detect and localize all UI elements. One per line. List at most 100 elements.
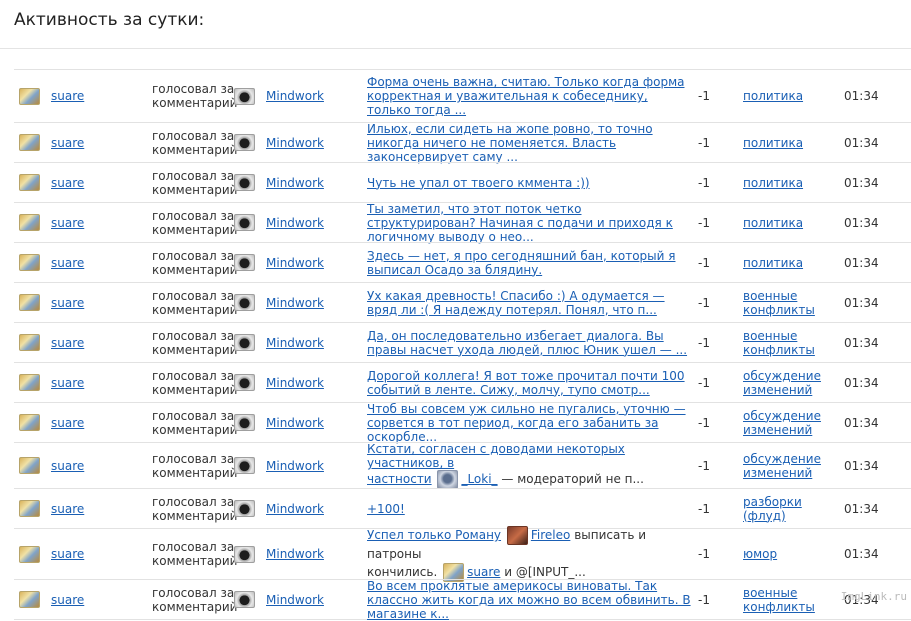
author-avatar-icon[interactable]: [234, 591, 255, 608]
topic-link[interactable]: обсуждение изменений: [743, 452, 833, 480]
voter-link[interactable]: suare: [51, 593, 84, 607]
voter-link[interactable]: suare: [51, 256, 84, 270]
author-link[interactable]: Mindwork: [266, 216, 324, 230]
watermark: ImgLink.ru: [840, 590, 907, 603]
author-avatar-icon[interactable]: [234, 545, 255, 563]
comment-tail: и @[INPUT_...: [504, 565, 586, 579]
topic-link[interactable]: политика: [743, 136, 803, 150]
voter-link[interactable]: suare: [51, 336, 84, 350]
voter-link[interactable]: suare: [51, 176, 84, 190]
topic-link[interactable]: политика: [743, 89, 803, 103]
author-avatar-icon[interactable]: [234, 294, 255, 311]
action-text: голосовал за комментарий: [152, 128, 238, 157]
author-link[interactable]: Mindwork: [266, 547, 324, 561]
author-link[interactable]: Mindwork: [266, 459, 324, 473]
author-link[interactable]: Mindwork: [266, 502, 324, 516]
author-avatar-icon[interactable]: [234, 134, 255, 151]
user-avatar-icon[interactable]: [19, 294, 40, 311]
topic-link[interactable]: политика: [743, 256, 803, 270]
author-link[interactable]: Mindwork: [266, 376, 324, 390]
mention-link[interactable]: Fireleo: [531, 528, 570, 542]
mention-link[interactable]: suare: [467, 565, 500, 579]
topic-link[interactable]: политика: [743, 176, 803, 190]
author-link[interactable]: Mindwork: [266, 176, 324, 190]
user-avatar-icon[interactable]: [19, 414, 40, 431]
author-avatar-icon[interactable]: [234, 87, 255, 105]
voter-link[interactable]: suare: [51, 216, 84, 230]
voter-link[interactable]: suare: [51, 547, 84, 561]
comment-link-continued[interactable]: частности: [367, 472, 432, 486]
user-avatar-icon[interactable]: [19, 254, 40, 271]
comment-link[interactable]: Ух какая древность! Спасибо :) А одумает…: [367, 289, 692, 317]
author-link[interactable]: Mindwork: [266, 336, 324, 350]
user-avatar-icon[interactable]: [19, 457, 40, 474]
vote-score: -1: [698, 592, 710, 607]
topic-link[interactable]: обсуждение изменений: [743, 369, 833, 397]
voter-link[interactable]: suare: [51, 89, 84, 103]
user-avatar-icon[interactable]: [19, 334, 40, 351]
topic-link[interactable]: военные конфликты: [743, 289, 833, 317]
author-avatar-icon[interactable]: [234, 214, 255, 231]
comment-link[interactable]: Здесь — нет, я про сегодняшний бан, кото…: [367, 249, 692, 277]
mention-link[interactable]: _Loki_: [461, 472, 497, 486]
author-link[interactable]: Mindwork: [266, 593, 324, 607]
topic-link[interactable]: юмор: [743, 547, 777, 561]
action-text: голосовал за комментарий: [152, 585, 238, 614]
vote-score: -1: [698, 335, 710, 350]
author-avatar-icon[interactable]: [234, 500, 255, 517]
voter-link[interactable]: suare: [51, 502, 84, 516]
action-text: голосовал за комментарий: [152, 248, 238, 277]
comment-link[interactable]: Дорогой коллега! Я вот тоже прочитал поч…: [367, 369, 692, 397]
comment-link[interactable]: Чтоб вы совсем уж сильно не пугались, ут…: [367, 402, 692, 444]
activity-row: suare голосовал за комментарий Mindwork …: [14, 69, 911, 122]
author-avatar-icon[interactable]: [234, 457, 255, 474]
user-avatar-icon[interactable]: [19, 591, 40, 608]
author-link[interactable]: Mindwork: [266, 416, 324, 430]
comment-link[interactable]: +100!: [367, 502, 405, 516]
user-avatar-icon[interactable]: [19, 87, 40, 105]
user-avatar-icon[interactable]: [19, 134, 40, 151]
topic-link[interactable]: военные конфликты: [743, 329, 833, 357]
comment-link[interactable]: Чуть не упал от твоего кммента :)): [367, 176, 590, 190]
comment-link[interactable]: Во всем проклятые америкосы виноваты. Та…: [367, 579, 692, 621]
author-avatar-icon[interactable]: [234, 374, 255, 391]
user-avatar-icon[interactable]: [19, 545, 40, 563]
voter-link[interactable]: suare: [51, 296, 84, 310]
voter-link[interactable]: suare: [51, 459, 84, 473]
comment-link[interactable]: Ты заметил, что этот поток четко структу…: [367, 202, 692, 244]
header-divider: [0, 48, 911, 49]
vote-score: -1: [698, 458, 710, 473]
mention-avatar-icon[interactable]: [506, 526, 528, 545]
mention-avatar-icon[interactable]: [437, 470, 459, 489]
user-avatar-icon[interactable]: [19, 500, 40, 517]
topic-link[interactable]: политика: [743, 216, 803, 230]
author-link[interactable]: Mindwork: [266, 136, 324, 150]
vote-score: -1: [698, 547, 710, 561]
author-link[interactable]: Mindwork: [266, 256, 324, 270]
activity-row: suare голосовал за комментарий Mindwork …: [14, 282, 911, 322]
topic-link[interactable]: разборки (флуд): [743, 495, 833, 523]
topic-link[interactable]: военные конфликты: [743, 586, 833, 614]
action-text: голосовал за комментарий: [152, 451, 238, 480]
activity-row: suare голосовал за комментарий Mindwork …: [14, 322, 911, 362]
comment-link[interactable]: Форма очень важна, считаю. Только когда …: [367, 75, 692, 117]
author-avatar-icon[interactable]: [234, 414, 255, 431]
comment-link[interactable]: Ильюх, если сидеть на жопе ровно, то точ…: [367, 122, 692, 164]
author-avatar-icon[interactable]: [234, 334, 255, 351]
user-avatar-icon[interactable]: [19, 214, 40, 231]
author-avatar-icon[interactable]: [234, 174, 255, 191]
author-link[interactable]: Mindwork: [266, 296, 324, 310]
comment-link[interactable]: Успел только Роману: [367, 528, 501, 542]
vote-score: -1: [698, 215, 710, 230]
comment-link[interactable]: Да, он последовательно избегает диалога.…: [367, 329, 692, 357]
user-avatar-icon[interactable]: [19, 174, 40, 191]
voter-link[interactable]: suare: [51, 136, 84, 150]
comment-link[interactable]: Кстати, согласен с доводами некоторых уч…: [367, 442, 625, 470]
voter-link[interactable]: suare: [51, 376, 84, 390]
voter-link[interactable]: suare: [51, 416, 84, 430]
action-text: голосовал за комментарий: [152, 540, 238, 568]
author-avatar-icon[interactable]: [234, 254, 255, 271]
author-link[interactable]: Mindwork: [266, 89, 324, 103]
user-avatar-icon[interactable]: [19, 374, 40, 391]
topic-link[interactable]: обсуждение изменений: [743, 409, 833, 437]
